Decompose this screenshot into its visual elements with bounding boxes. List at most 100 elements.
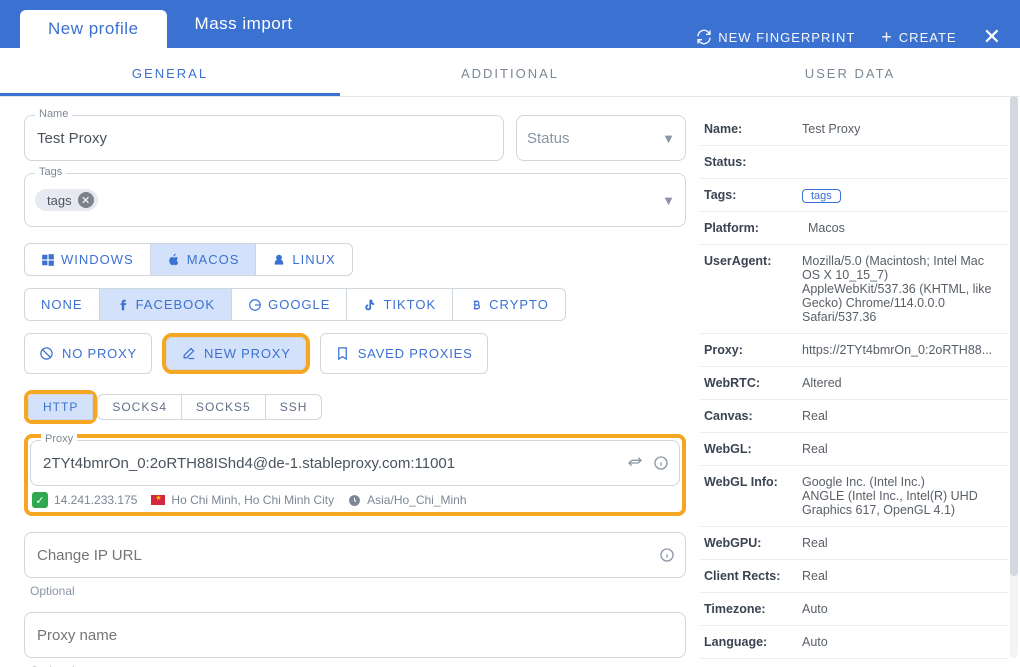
form-tabs: GENERAL ADDITIONAL USER DATA bbox=[0, 52, 1020, 97]
site-facebook[interactable]: FACEBOOK bbox=[99, 288, 233, 321]
create-button[interactable]: + CREATE bbox=[881, 27, 956, 48]
highlight-new-proxy: NEW PROXY bbox=[162, 333, 310, 374]
bookmark-icon bbox=[335, 346, 350, 361]
proto-http[interactable]: HTTP bbox=[28, 394, 93, 420]
summary-key: Status: bbox=[700, 146, 798, 179]
new-fingerprint-button[interactable]: NEW FINGERPRINT bbox=[696, 29, 855, 45]
tag-chip[interactable]: tags ✕ bbox=[35, 189, 98, 211]
summary-key: Platform: bbox=[700, 212, 798, 245]
tag-chip-label: tags bbox=[47, 193, 72, 208]
tab-mass-import[interactable]: Mass import bbox=[167, 0, 321, 48]
tab-mass-import-label: Mass import bbox=[195, 14, 293, 34]
summary-row: UserAgent:Mozilla/5.0 (Macintosh; Intel … bbox=[700, 245, 1008, 334]
status-select[interactable]: Status ▼ bbox=[516, 115, 686, 161]
summary-row: Language:Auto bbox=[700, 626, 1008, 659]
summary-value: Auto bbox=[798, 659, 1008, 667]
proxy-name-field[interactable] bbox=[24, 612, 686, 658]
site-crypto[interactable]: CRYPTO bbox=[452, 288, 566, 321]
proto-socks4[interactable]: SOCKS4 bbox=[97, 394, 182, 420]
change-ip-input[interactable] bbox=[35, 546, 675, 565]
os-macos[interactable]: MACOS bbox=[150, 243, 257, 276]
summary-value bbox=[798, 146, 1008, 179]
edit-icon bbox=[181, 346, 196, 361]
summary-row: Geolocation:Auto bbox=[700, 659, 1008, 667]
summary-key: Name: bbox=[700, 113, 798, 146]
check-icon: ✓ bbox=[32, 492, 48, 508]
name-field[interactable]: Name bbox=[24, 115, 504, 161]
summary-value: Real bbox=[798, 400, 1008, 433]
tab-additional[interactable]: ADDITIONAL bbox=[340, 52, 680, 96]
highlight-proxy-box: Proxy ✓ 14.241.233.175 Ho Chi Minh, Ho C… bbox=[24, 434, 686, 516]
summary-row: WebGL:Real bbox=[700, 433, 1008, 466]
summary-row: Status: bbox=[700, 146, 1008, 179]
windows-icon bbox=[41, 253, 55, 267]
proto-ssh[interactable]: SSH bbox=[265, 394, 323, 420]
swap-icon[interactable] bbox=[627, 455, 643, 471]
proxy-ip: 14.241.233.175 bbox=[54, 493, 137, 507]
new-proxy-button[interactable]: NEW PROXY bbox=[166, 337, 306, 370]
tags-field[interactable]: Tags tags ✕ ▼ bbox=[24, 173, 686, 227]
proxy-input[interactable] bbox=[41, 454, 669, 473]
summary-row: Proxy:https://2TYt4bmrOn_0:2oRTH88... bbox=[700, 334, 1008, 367]
tab-general[interactable]: GENERAL bbox=[0, 52, 340, 96]
change-ip-field[interactable] bbox=[24, 532, 686, 578]
status-placeholder: Status bbox=[527, 130, 570, 147]
proto-socks5[interactable]: SOCKS5 bbox=[181, 394, 266, 420]
proxy-legend: Proxy bbox=[41, 433, 77, 445]
proxy-field[interactable]: Proxy bbox=[30, 440, 680, 486]
summary-key: WebGL Info: bbox=[700, 466, 798, 527]
tab-user-data[interactable]: USER DATA bbox=[680, 52, 1020, 96]
proxy-name-input[interactable] bbox=[35, 626, 675, 645]
new-fingerprint-label: NEW FINGERPRINT bbox=[718, 30, 855, 45]
summary-value: Altered bbox=[798, 367, 1008, 400]
tab-new-profile-label: New profile bbox=[48, 19, 139, 39]
os-windows[interactable]: WINDOWS bbox=[24, 243, 151, 276]
proxy-location: Ho Chi Minh, Ho Chi Minh City bbox=[171, 493, 334, 507]
site-none[interactable]: NONE bbox=[24, 288, 100, 321]
proxy-tz: Asia/Ho_Chi_Minh bbox=[367, 493, 466, 507]
tags-legend: Tags bbox=[35, 166, 66, 178]
chevron-down-icon: ▼ bbox=[662, 131, 675, 146]
google-icon bbox=[248, 298, 262, 312]
flag-icon bbox=[151, 495, 165, 505]
no-proxy-button[interactable]: NO PROXY bbox=[24, 333, 152, 374]
plus-icon: + bbox=[881, 27, 893, 48]
os-linux[interactable]: LINUX bbox=[255, 243, 352, 276]
summary-key: Geolocation: bbox=[700, 659, 798, 667]
summary-value: tags bbox=[798, 179, 1008, 212]
close-icon[interactable]: ✕ bbox=[983, 26, 1002, 48]
scrollbar-thumb[interactable] bbox=[1010, 96, 1018, 576]
bitcoin-icon bbox=[469, 298, 483, 312]
info-icon[interactable] bbox=[659, 547, 675, 563]
summary-key: Client Rects: bbox=[700, 560, 798, 593]
summary-row: WebRTC:Altered bbox=[700, 367, 1008, 400]
summary-key: WebRTC: bbox=[700, 367, 798, 400]
topbar: New profile Mass import NEW FINGERPRINT … bbox=[0, 0, 1020, 48]
summary-value: Real bbox=[798, 433, 1008, 466]
site-segment: NONE FACEBOOK GOOGLE TIKTOK CRYPTO bbox=[24, 288, 686, 321]
summary-key: WebGL: bbox=[700, 433, 798, 466]
saved-proxies-button[interactable]: SAVED PROXIES bbox=[320, 333, 488, 374]
no-icon bbox=[39, 346, 54, 361]
close-icon[interactable]: ✕ bbox=[78, 192, 94, 208]
summary-row: WebGL Info:Google Inc. (Intel Inc.) ANGL… bbox=[700, 466, 1008, 527]
site-tiktok[interactable]: TIKTOK bbox=[346, 288, 453, 321]
create-label: CREATE bbox=[899, 30, 957, 45]
proxy-name-helper: Optional bbox=[24, 660, 686, 667]
tiktok-icon bbox=[363, 298, 377, 312]
name-input[interactable] bbox=[35, 129, 493, 148]
highlight-http: HTTP bbox=[24, 390, 97, 424]
summary-value: Google Inc. (Intel Inc.) ANGLE (Intel In… bbox=[798, 466, 1008, 527]
tab-new-profile[interactable]: New profile bbox=[20, 10, 167, 48]
clock-icon bbox=[348, 494, 361, 507]
summary-key: Language: bbox=[700, 626, 798, 659]
change-ip-helper: Optional bbox=[24, 580, 686, 598]
summary-key: WebGPU: bbox=[700, 527, 798, 560]
summary-key: UserAgent: bbox=[700, 245, 798, 334]
summary-key: Tags: bbox=[700, 179, 798, 212]
summary-row: Timezone:Auto bbox=[700, 593, 1008, 626]
site-google[interactable]: GOOGLE bbox=[231, 288, 347, 321]
info-icon[interactable] bbox=[653, 455, 669, 471]
summary-value: Mozilla/5.0 (Macintosh; Intel Mac OS X 1… bbox=[798, 245, 1008, 334]
summary-value: Test Proxy bbox=[798, 113, 1008, 146]
